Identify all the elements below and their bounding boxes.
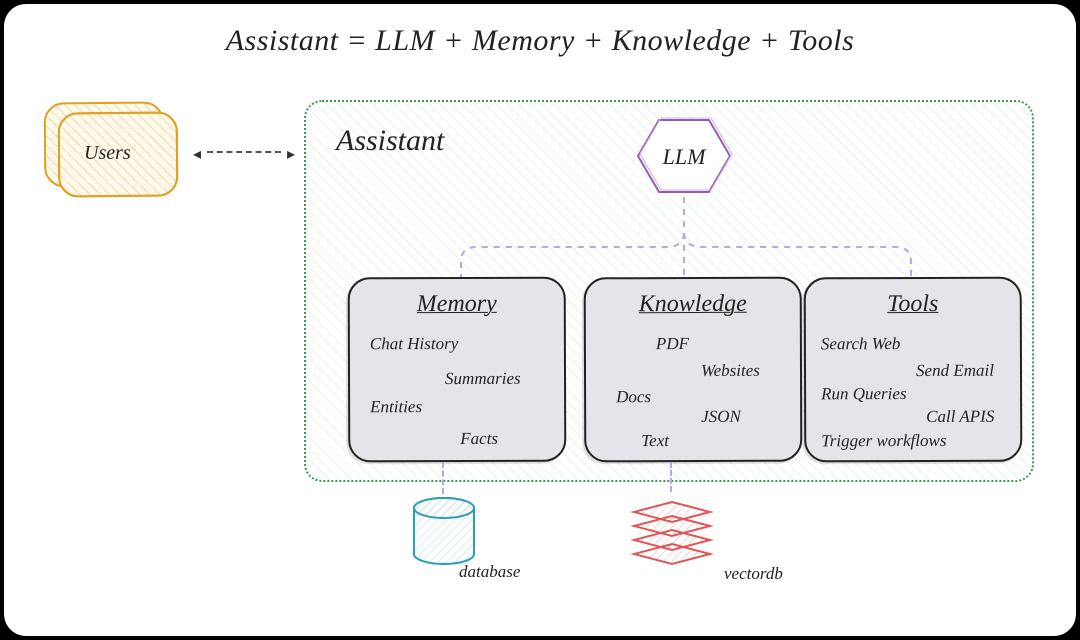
knowledge-item: Text xyxy=(641,431,669,451)
knowledge-box: Knowledge PDF Websites Docs JSON Text xyxy=(584,277,803,463)
tools-box: Tools Search Web Send Email Run Queries … xyxy=(804,277,1023,463)
knowledge-item: JSON xyxy=(701,407,741,427)
tools-item: Search Web xyxy=(821,334,901,354)
knowledge-item: Websites xyxy=(701,361,760,381)
memory-item: Facts xyxy=(460,429,498,449)
assistant-container: Assistant LLM Memory Chat History Summar… xyxy=(304,100,1034,482)
knowledge-item: Docs xyxy=(616,387,651,407)
tools-item: Run Queries xyxy=(821,384,907,404)
arrow-left-icon: ◂ xyxy=(193,144,201,164)
vectordb-label: vectordb xyxy=(724,564,783,584)
knowledge-heading: Knowledge xyxy=(586,291,800,319)
knowledge-item: PDF xyxy=(656,334,689,354)
tools-item: Send Email xyxy=(916,361,994,381)
tools-item: Trigger workflows xyxy=(821,431,946,451)
users-assistant-arrow: ◂ ▸ xyxy=(199,144,289,160)
tools-item: Call APIS xyxy=(926,407,994,427)
database-label: database xyxy=(459,562,520,582)
vectordb-icon xyxy=(622,492,722,572)
memory-box: Memory Chat History Summaries Entities F… xyxy=(348,277,567,463)
llm-label: LLM xyxy=(634,144,734,170)
users-block: Users xyxy=(44,102,194,207)
tools-heading: Tools xyxy=(806,291,1020,319)
arrow-right-icon: ▸ xyxy=(287,144,295,164)
memory-item: Chat History xyxy=(370,334,458,354)
knowledge-to-vectordb-connector xyxy=(670,462,672,492)
memory-to-db-connector xyxy=(442,462,444,494)
memory-item: Entities xyxy=(370,397,422,417)
users-label: Users xyxy=(84,142,131,165)
llm-block: LLM xyxy=(634,116,734,196)
page-title: Assistant = LLM + Memory + Knowledge + T… xyxy=(4,24,1076,58)
memory-item: Summaries xyxy=(445,369,521,389)
assistant-label: Assistant xyxy=(336,124,444,158)
memory-heading: Memory xyxy=(350,291,564,319)
